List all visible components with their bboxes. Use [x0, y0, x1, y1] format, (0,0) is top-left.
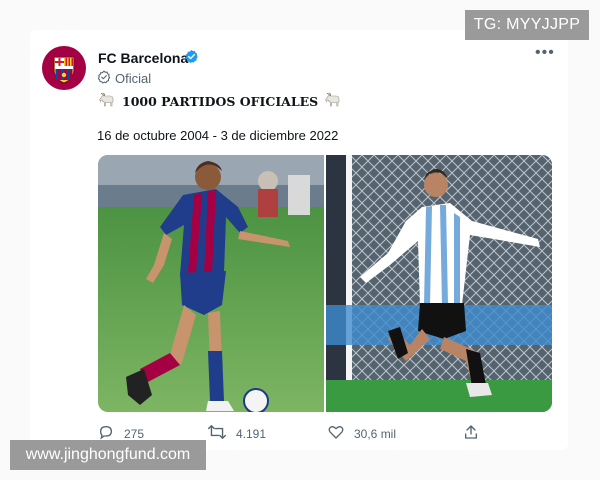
- watermark-top: TG: MYYJJPP: [465, 10, 589, 40]
- photo-barcelona-2004[interactable]: [98, 155, 324, 412]
- share-icon: [463, 424, 479, 443]
- goat-emoji-icon: [324, 92, 342, 111]
- watermark-bottom: www.jinghongfund.com: [10, 440, 206, 470]
- tweet-headline: 1000 PARTIDOS OFICIALES: [98, 92, 342, 111]
- official-label: Oficial: [115, 71, 152, 86]
- retweet-count: 4.191: [236, 426, 267, 441]
- share-action[interactable]: [463, 424, 479, 443]
- account-name[interactable]: FC Barcelona: [98, 50, 188, 66]
- avatar[interactable]: [42, 46, 86, 90]
- retweet-action[interactable]: 4.191: [208, 424, 266, 443]
- tweet-dates-text: 16 de octubre 2004 - 3 de diciembre 2022: [97, 128, 339, 143]
- official-check-icon: [97, 70, 111, 87]
- tweet-media[interactable]: [98, 155, 552, 412]
- heart-icon: [328, 424, 344, 443]
- official-label-row: Oficial: [97, 70, 151, 87]
- goat-emoji-icon: [98, 92, 116, 111]
- retweet-icon: [208, 424, 226, 443]
- photo-argentina-2022[interactable]: [326, 155, 552, 412]
- more-icon[interactable]: •••: [535, 44, 555, 62]
- verified-badge-icon: [184, 49, 199, 69]
- reply-count: 275: [124, 426, 145, 441]
- headline-text: 1000 PARTIDOS OFICIALES: [122, 94, 319, 109]
- fc-barcelona-crest-icon: [44, 48, 84, 88]
- like-action[interactable]: 30,6 mil: [328, 424, 396, 443]
- like-count: 30,6 mil: [354, 426, 397, 441]
